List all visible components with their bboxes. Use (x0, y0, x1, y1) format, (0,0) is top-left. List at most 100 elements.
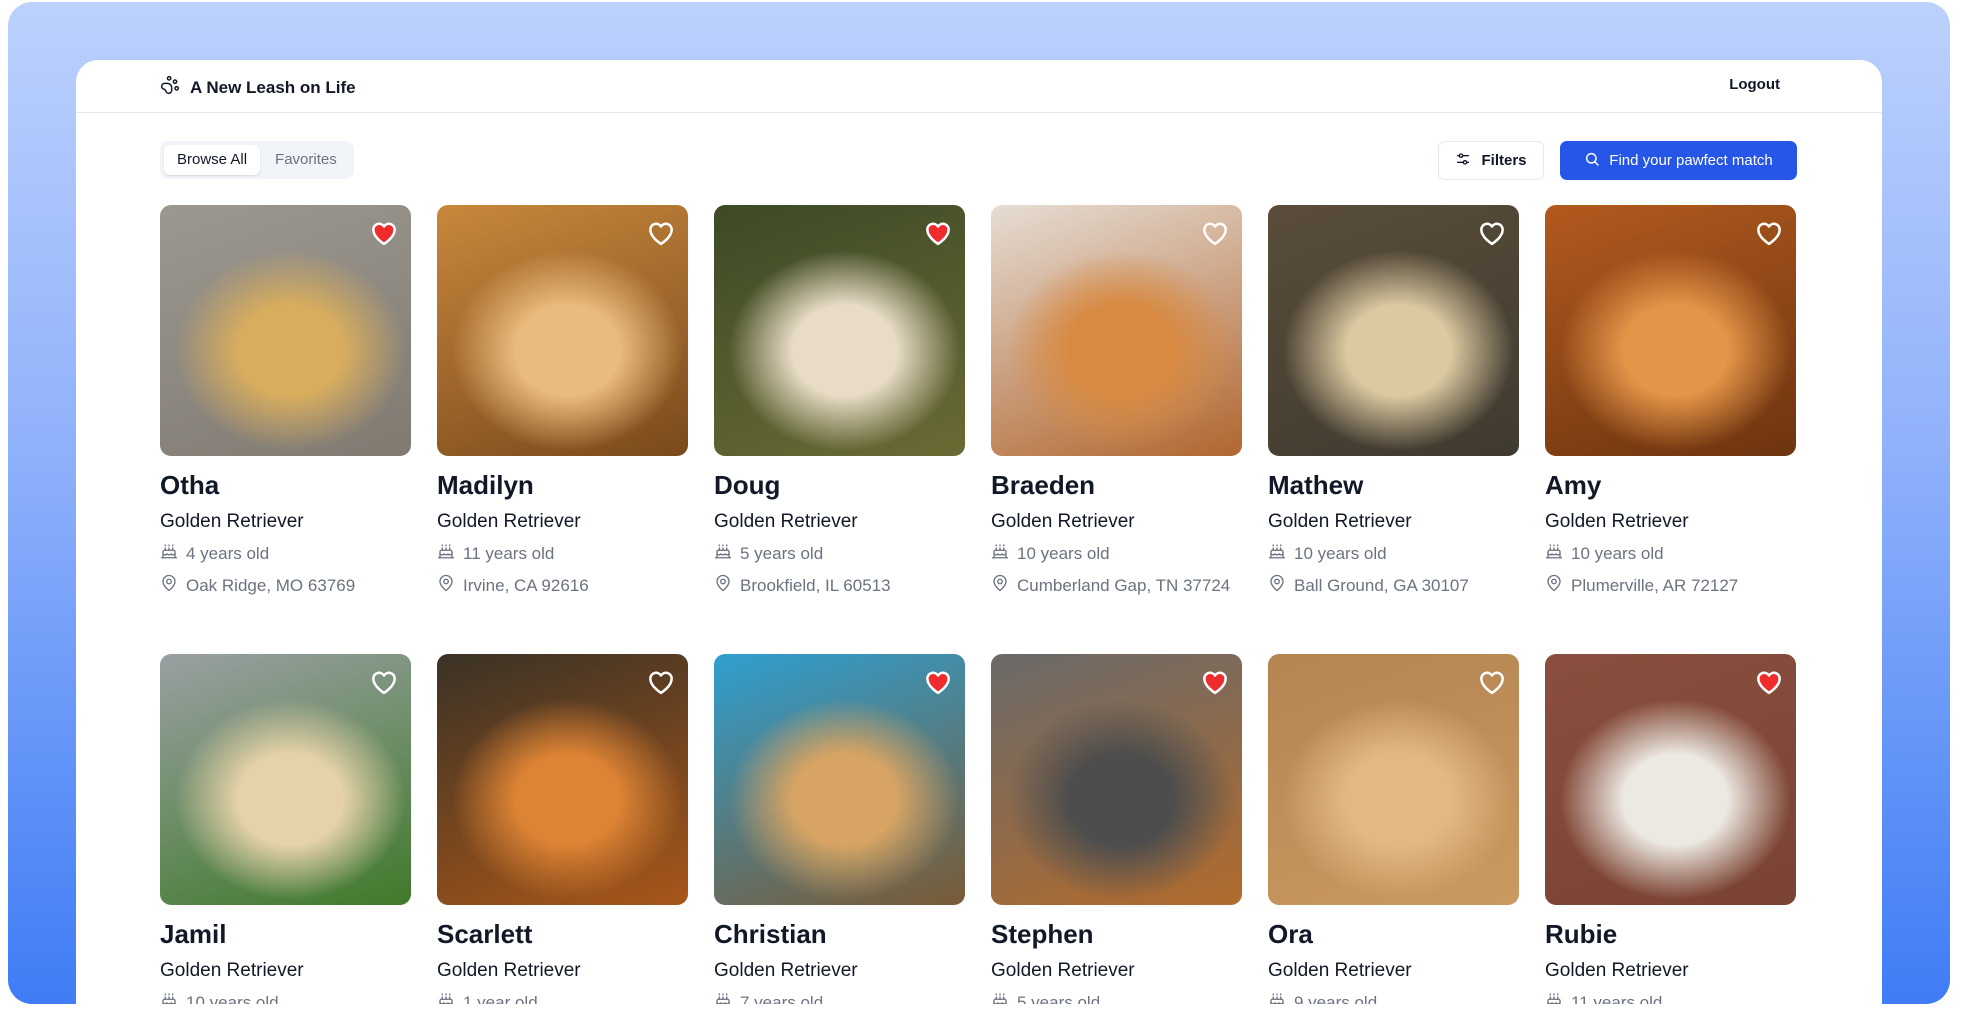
dog-card[interactable]: Madilyn Golden Retriever 11 years old Ir… (437, 205, 688, 597)
find-match-button[interactable]: Find your pawfect match (1560, 141, 1797, 180)
favorite-heart-icon[interactable] (923, 217, 953, 247)
paw-icon (160, 75, 180, 100)
dog-age: 7 years old (740, 992, 824, 1005)
dog-age-row: 10 years old (160, 991, 411, 1004)
dog-card[interactable]: Amy Golden Retriever 10 years old Plumer… (1545, 205, 1796, 597)
dog-card[interactable]: Rubie Golden Retriever 11 years old (1545, 654, 1796, 1004)
favorite-heart-icon[interactable] (646, 666, 676, 696)
favorite-heart-icon[interactable] (1754, 217, 1784, 247)
favorite-heart-icon[interactable] (369, 666, 399, 696)
favorite-heart-icon[interactable] (369, 217, 399, 247)
logout-button[interactable]: Logout (1729, 76, 1780, 93)
dog-name: Stephen (991, 919, 1094, 949)
dog-name: Scarlett (437, 919, 533, 949)
app-window: A New Leash on Life Logout Browse All Fa… (76, 60, 1882, 1004)
filters-button[interactable]: Filters (1438, 141, 1544, 180)
dog-name: Otha (160, 470, 220, 500)
favorite-heart-icon[interactable] (1477, 666, 1507, 696)
dog-card[interactable]: Mathew Golden Retriever 10 years old Bal… (1268, 205, 1519, 597)
map-pin-icon (160, 574, 178, 597)
dog-photo[interactable] (437, 205, 688, 456)
dog-card[interactable]: Doug Golden Retriever 5 years old Brookf… (714, 205, 965, 597)
cake-icon (437, 991, 455, 1004)
dog-card[interactable]: Braeden Golden Retriever 10 years old Cu… (991, 205, 1242, 597)
cake-icon (1545, 542, 1563, 565)
map-pin-icon (991, 574, 1009, 597)
toolbar: Browse All Favorites Filters Find your p… (76, 113, 1882, 203)
dog-photo[interactable] (1545, 654, 1796, 905)
dog-age-row: 9 years old (1268, 991, 1519, 1004)
cake-icon (991, 542, 1009, 565)
dog-name: Madilyn (437, 470, 534, 500)
dog-breed: Golden Retriever (991, 960, 1135, 981)
dog-photo[interactable] (991, 654, 1242, 905)
dog-location: Brookfield, IL 60513 (740, 575, 891, 595)
view-tabs: Browse All Favorites (160, 141, 354, 179)
dog-photo[interactable] (437, 654, 688, 905)
dog-location-row: Plumerville, AR 72127 (1545, 574, 1796, 597)
dog-age: 5 years old (740, 543, 824, 563)
dog-breed: Golden Retriever (1268, 511, 1412, 532)
dog-photo[interactable] (1545, 205, 1796, 456)
dog-age-row: 10 years old (991, 542, 1242, 565)
dog-breed: Golden Retriever (714, 511, 858, 532)
filters-label: Filters (1481, 152, 1527, 169)
dog-age: 9 years old (1294, 992, 1378, 1005)
dog-breed: Golden Retriever (160, 511, 304, 532)
brand-name: A New Leash on Life (190, 77, 356, 97)
dog-breed: Golden Retriever (991, 511, 1135, 532)
favorite-heart-icon[interactable] (1200, 666, 1230, 696)
favorite-heart-icon[interactable] (1754, 666, 1784, 696)
search-icon (1584, 151, 1600, 171)
favorite-heart-icon[interactable] (923, 666, 953, 696)
dog-age: 11 years old (1571, 992, 1663, 1005)
cake-icon (1268, 991, 1286, 1004)
dog-photo[interactable] (714, 654, 965, 905)
dog-photo[interactable] (160, 654, 411, 905)
dog-name: Amy (1545, 470, 1602, 500)
dog-name: Braeden (991, 470, 1096, 500)
dog-location-row: Brookfield, IL 60513 (714, 574, 965, 597)
dog-age: 10 years old (1571, 543, 1664, 563)
dog-name: Christian (714, 919, 827, 949)
dog-location-row: Oak Ridge, MO 63769 (160, 574, 411, 597)
dog-photo[interactable] (1268, 654, 1519, 905)
dog-age: 10 years old (1017, 543, 1110, 563)
cake-icon (1545, 991, 1563, 1004)
tab-favorites[interactable]: Favorites (262, 145, 350, 175)
dog-age: 1 year old (463, 992, 538, 1005)
brand[interactable]: A New Leash on Life (160, 75, 356, 100)
dog-age: 10 years old (186, 992, 279, 1005)
dog-age-row: 10 years old (1268, 542, 1519, 565)
dog-age-row: 5 years old (991, 991, 1242, 1004)
dog-card[interactable]: Ora Golden Retriever 9 years old (1268, 654, 1519, 1004)
cake-icon (714, 542, 732, 565)
dog-card[interactable]: Scarlett Golden Retriever 1 year old (437, 654, 688, 1004)
dog-age: 4 years old (186, 543, 270, 563)
dog-card[interactable]: Jamil Golden Retriever 10 years old (160, 654, 411, 1004)
dog-breed: Golden Retriever (1268, 960, 1412, 981)
map-pin-icon (1268, 574, 1286, 597)
dog-breed: Golden Retriever (1545, 511, 1689, 532)
dog-age: 10 years old (1294, 543, 1387, 563)
tab-browse-all[interactable]: Browse All (164, 145, 261, 175)
map-pin-icon (714, 574, 732, 597)
dog-card[interactable]: Otha Golden Retriever 4 years old Oak Ri… (160, 205, 411, 597)
dog-age-row: 7 years old (714, 991, 965, 1004)
dog-photo[interactable] (991, 205, 1242, 456)
dog-photo[interactable] (160, 205, 411, 456)
dog-photo[interactable] (1268, 205, 1519, 456)
dog-card[interactable]: Stephen Golden Retriever 5 years old (991, 654, 1242, 1004)
dog-age-row: 1 year old (437, 991, 688, 1004)
cake-icon (160, 542, 178, 565)
background-frame: A New Leash on Life Logout Browse All Fa… (8, 2, 1950, 1004)
dog-photo[interactable] (714, 205, 965, 456)
dog-location: Irvine, CA 92616 (463, 575, 589, 595)
favorite-heart-icon[interactable] (1477, 217, 1507, 247)
favorite-heart-icon[interactable] (1200, 217, 1230, 247)
favorite-heart-icon[interactable] (646, 217, 676, 247)
dog-age-row: 4 years old (160, 542, 411, 565)
dog-card[interactable]: Christian Golden Retriever 7 years old (714, 654, 965, 1004)
dog-breed: Golden Retriever (714, 960, 858, 981)
dog-name: Mathew (1268, 470, 1364, 500)
